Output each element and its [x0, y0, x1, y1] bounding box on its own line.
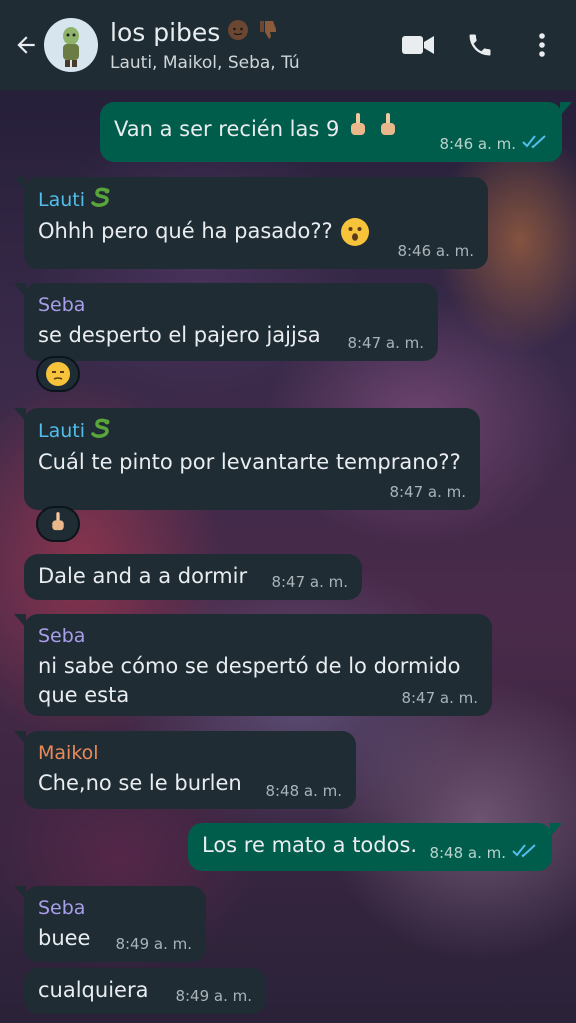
chat-header: los pibes Lauti, Maikol, Seba, Tú: [0, 0, 576, 90]
video-call-icon[interactable]: [398, 25, 438, 65]
message-time: 8:47 a. m.: [389, 483, 466, 501]
dark-skin-person-icon: [226, 18, 250, 49]
middle-finger-icon: [49, 511, 67, 538]
message-bubble-outgoing[interactable]: Los re mato a todos. 8:48 a. m.: [188, 823, 562, 871]
message-bubble-incoming[interactable]: Seba se desperto el pajero jajjsa 8:47 a…: [14, 283, 438, 361]
sender-name: Seba: [38, 625, 86, 647]
sender-name: Seba: [38, 897, 86, 919]
thumbs-down-icon: [256, 18, 280, 49]
read-receipt-icon: [522, 135, 548, 153]
voice-call-icon[interactable]: [460, 25, 500, 65]
middle-finger-icon: [377, 112, 399, 146]
snake-icon: [89, 187, 111, 213]
message-time: 8:48 a. m.: [429, 844, 506, 862]
message-time: 8:48 a. m.: [265, 782, 342, 800]
surprised-face-icon: [340, 217, 369, 246]
back-arrow-icon[interactable]: [8, 27, 44, 63]
group-members: Lauti, Maikol, Seba, Tú: [110, 52, 300, 73]
message-text: Los re mato a todos.: [202, 833, 418, 857]
message-bubble-incoming[interactable]: Seba ni sabe cómo se despertó de lo dorm…: [14, 614, 492, 716]
more-options-icon[interactable]: [522, 25, 562, 65]
message-text: Ohhh pero qué ha pasado??: [38, 219, 333, 243]
message-text: Dale and a a dormir: [38, 564, 248, 588]
message-time: 8:47 a. m.: [401, 689, 478, 707]
message-text: Cuál te pinto por levantarte temprano??: [38, 450, 461, 474]
message-text: ni sabe cómo se despertó de lo dormido q…: [38, 654, 461, 707]
message-bubble-incoming[interactable]: Seba buee 8:49 a. m.: [14, 886, 206, 962]
group-title: los pibes: [110, 18, 221, 47]
message-time: 8:47 a. m.: [271, 573, 348, 591]
sender-name: Lauti: [38, 420, 85, 442]
group-avatar[interactable]: [44, 18, 98, 72]
message-bubble-incoming[interactable]: cualquiera 8:49 a. m.: [24, 968, 266, 1014]
sender-name: Maikol: [38, 742, 99, 764]
message-reaction[interactable]: [36, 506, 80, 542]
message-bubble-incoming[interactable]: Dale and a a dormir 8:47 a. m.: [24, 554, 362, 600]
message-bubble-incoming[interactable]: Maikol Che,no se le burlen 8:48 a. m.: [14, 731, 356, 809]
read-receipt-icon: [512, 844, 538, 862]
sender-name: Seba: [38, 294, 86, 316]
message-text: Che,no se le burlen: [38, 771, 242, 795]
message-reaction[interactable]: [36, 356, 80, 392]
message-bubble-outgoing[interactable]: Van a ser recién las 9 8:46 a. m.: [100, 102, 572, 162]
middle-finger-icon: [347, 112, 369, 146]
message-time: 8:46 a. m.: [397, 242, 474, 260]
message-time: 8:49 a. m.: [115, 935, 192, 953]
message-time: 8:47 a. m.: [347, 334, 424, 352]
message-text: se desperto el pajero jajjsa: [38, 323, 321, 347]
message-text: Van a ser recién las 9: [114, 116, 340, 141]
message-text: buee: [38, 926, 91, 950]
message-list[interactable]: Van a ser recién las 9 8:46 a. m. Lauti …: [0, 90, 576, 1023]
message-time: 8:49 a. m.: [175, 987, 252, 1005]
message-bubble-incoming[interactable]: Lauti Cuál te pinto por levantarte tempr…: [14, 408, 480, 510]
message-time: 8:46 a. m.: [439, 135, 516, 153]
unamused-face-icon: [46, 362, 70, 386]
message-text: cualquiera: [38, 978, 149, 1002]
sender-name: Lauti: [38, 189, 85, 211]
snake-icon: [89, 418, 111, 444]
message-bubble-incoming[interactable]: Lauti Ohhh pero qué ha pasado?? 8:46 a. …: [14, 177, 488, 269]
chat-title-area[interactable]: los pibes Lauti, Maikol, Seba, Tú: [110, 18, 398, 73]
